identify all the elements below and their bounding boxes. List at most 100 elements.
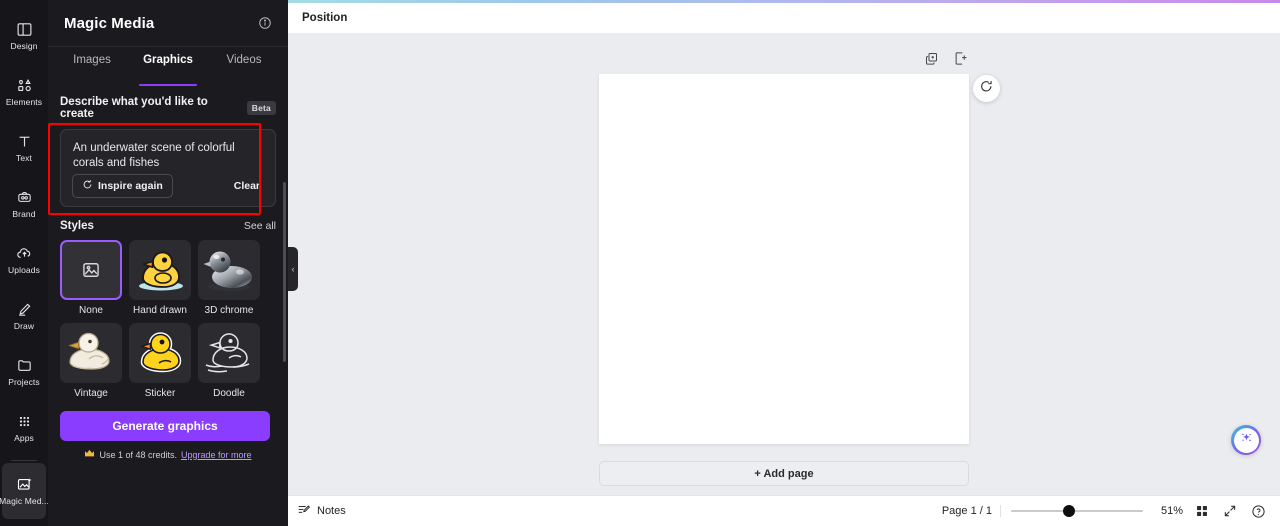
page-tools [924, 51, 968, 66]
styles-row: Styles See all [60, 220, 276, 232]
duck-doodle-illustration [205, 333, 250, 373]
projects-icon [16, 357, 33, 374]
sidebar-item-uploads[interactable]: Uploads [0, 232, 48, 288]
style-thumb [198, 240, 260, 300]
prompt-text: An underwater scene of colorful corals a… [73, 142, 235, 169]
style-label: Hand drawn [133, 305, 187, 316]
credits-text: Use 1 of 48 credits. [99, 449, 177, 460]
styles-label: Styles [60, 220, 94, 232]
magic-assistant-button[interactable] [1231, 425, 1261, 455]
rail-divider [11, 460, 37, 461]
sidebar-item-label: Design [10, 41, 38, 51]
canva-editor: Design Elements Text Brand Uploads Draw … [0, 0, 1280, 526]
magic-refresh-button[interactable] [973, 75, 1000, 102]
info-circle-icon[interactable] [258, 16, 272, 30]
crown-icon [84, 449, 95, 460]
sidebar-item-draw[interactable]: Draw [0, 288, 48, 344]
left-rail: Design Elements Text Brand Uploads Draw … [0, 0, 49, 526]
magic-fab-inner [1233, 427, 1259, 453]
tab-images[interactable]: Images [54, 52, 130, 82]
sidebar-item-projects[interactable]: Projects [0, 344, 48, 400]
style-thumb [60, 323, 122, 383]
see-all-link[interactable]: See all [244, 220, 276, 232]
bottom-bar-right: Page 1 / 1 51% [942, 504, 1268, 519]
duck-sticker-illustration [140, 332, 182, 373]
page-canvas[interactable] [599, 74, 969, 444]
style-label: 3D chrome [204, 305, 254, 316]
panel-body: Describe what you'd like to create Beta … [48, 82, 288, 526]
zoom-slider[interactable] [1011, 505, 1143, 517]
duplicate-icon[interactable] [924, 51, 939, 66]
sidebar-item-label: Draw [13, 321, 35, 331]
style-thumb [60, 240, 122, 300]
style-label: Sticker [144, 388, 176, 399]
style-thumb [198, 323, 260, 383]
bottom-bar: Notes Page 1 / 1 51% [288, 495, 1280, 526]
position-button[interactable]: Position [302, 12, 347, 24]
canvas-area[interactable]: + Add page ^ [288, 33, 1280, 495]
notes-button[interactable]: Notes [297, 503, 346, 520]
style-option-none[interactable]: None [60, 240, 122, 316]
beta-badge: Beta [246, 101, 276, 115]
main-area: Position + Add page Notes Page 1 / 1 51% [288, 0, 1280, 526]
magic-media-panel: Magic Media Images Graphics Videos Descr… [48, 0, 288, 526]
sidebar-item-text[interactable]: Text [0, 120, 48, 176]
refresh-icon [82, 179, 93, 193]
sidebar-item-design[interactable]: Design [0, 8, 48, 64]
draw-icon [16, 301, 33, 318]
styles-grid: None Hand drawn 3D chrome Vintage Sticke… [60, 240, 276, 399]
style-option-doodle[interactable]: Doodle [198, 323, 260, 399]
sidebar-item-label: Uploads [8, 265, 40, 275]
add-page-button[interactable]: + Add page [599, 461, 969, 486]
sidebar-item-label: Projects [8, 377, 40, 387]
style-option-3d-chrome[interactable]: 3D chrome [198, 240, 260, 316]
fullscreen-icon[interactable] [1221, 504, 1239, 518]
collapse-panel-handle[interactable]: ‹ [288, 247, 298, 291]
describe-label: Describe what you'd like to create [60, 96, 208, 120]
brand-icon [16, 189, 33, 206]
inspire-again-label: Inspire again [98, 180, 163, 192]
magic-media-icon [16, 476, 33, 493]
duck-3d-chrome-illustration [203, 251, 252, 291]
sidebar-item-elements[interactable]: Elements [0, 64, 48, 120]
sidebar-item-magic-media[interactable]: Magic Med... [0, 463, 49, 519]
panel-tabs: Images Graphics Videos [48, 52, 288, 86]
zoom-percent: 51% [1160, 505, 1183, 517]
page-indicator[interactable]: Page 1 / 1 [942, 505, 1001, 517]
uploads-icon [16, 245, 33, 262]
prompt-actions: Inspire again Clear [72, 174, 264, 198]
tab-videos[interactable]: Videos [206, 52, 282, 82]
editor-toolbar: Position [288, 3, 1280, 33]
prompt-input[interactable]: An underwater scene of colorful corals a… [60, 129, 276, 207]
style-label: None [79, 305, 103, 316]
clear-button[interactable]: Clear [230, 178, 264, 194]
inspire-again-button[interactable]: Inspire again [72, 174, 173, 198]
notes-icon [297, 503, 311, 520]
apps-icon [16, 413, 33, 430]
style-label: Vintage [74, 388, 108, 399]
duck-hand-drawn-illustration [139, 251, 183, 291]
style-thumb [129, 240, 191, 300]
grid-view-icon[interactable] [1193, 504, 1211, 518]
notes-label: Notes [317, 505, 346, 517]
sidebar-item-label: Brand [12, 209, 36, 219]
zoom-knob[interactable] [1063, 505, 1075, 517]
elements-icon [16, 77, 33, 94]
panel-scrollbar[interactable] [283, 182, 286, 362]
style-option-vintage[interactable]: Vintage [60, 323, 122, 399]
style-option-hand-drawn[interactable]: Hand drawn [129, 240, 191, 316]
sidebar-item-label: Text [16, 153, 32, 163]
sidebar-item-apps[interactable]: Apps [0, 400, 48, 456]
add-page-icon[interactable] [953, 51, 968, 66]
sparkle-icon [1239, 430, 1254, 450]
panel-header: Magic Media [48, 0, 288, 47]
help-circle-icon[interactable] [1249, 504, 1268, 519]
style-option-sticker[interactable]: Sticker [129, 323, 191, 399]
upgrade-link[interactable]: Upgrade for more [181, 450, 252, 460]
zoom-track [1011, 510, 1143, 512]
style-thumb [129, 323, 191, 383]
sidebar-item-brand[interactable]: Brand [0, 176, 48, 232]
generate-graphics-button[interactable]: Generate graphics [60, 411, 270, 441]
page-title: Magic Media [64, 14, 155, 32]
tab-graphics[interactable]: Graphics [130, 52, 206, 86]
